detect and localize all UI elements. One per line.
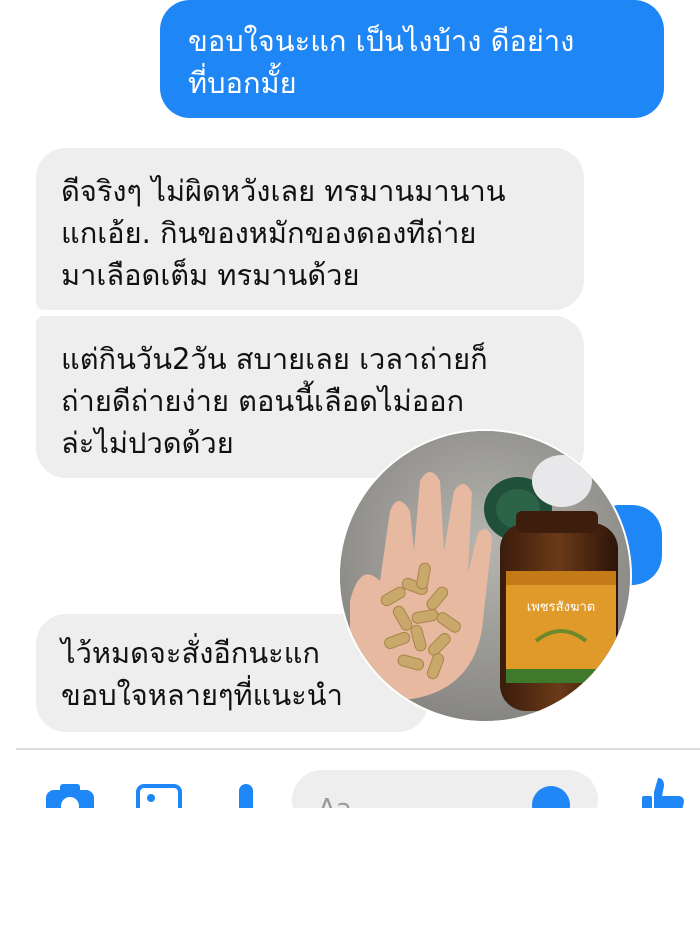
image-icon[interactable]: [136, 782, 182, 808]
message-input-placeholder: Aa: [318, 794, 352, 808]
message-line: แต่กินวัน2วัน สบายเลย เวลาถ่ายก็: [61, 342, 488, 376]
mic-icon[interactable]: [232, 782, 260, 808]
seal-foil: [532, 455, 592, 507]
message-line: ที่บอกมั้ย: [188, 66, 297, 100]
composer-divider: [16, 748, 700, 750]
message-line: ถ่ายดีถ่ายง่าย ตอนนี้เลือดไม่ออก: [61, 384, 465, 418]
message-line: แกเอ้ย. กินของหมักของดองทีถ่าย: [61, 216, 477, 250]
product-photo: เพชรสังฆาต: [340, 431, 630, 721]
message-incoming[interactable]: ดีจริงๆ ไม่ผิดหวังเลย ทรมานมานาน แกเอ้ย.…: [36, 148, 584, 310]
message-composer: Aa: [0, 752, 700, 808]
message-line: ขอบใจหลายๆที่แนะนำ: [61, 678, 343, 712]
camera-icon[interactable]: [44, 782, 96, 808]
message-line: มาเลือดเต็ม ทรมานด้วย: [61, 258, 360, 292]
bottle-label: [506, 571, 616, 683]
message-line: ดีจริงๆ ไม่ผิดหวังเลย ทรมานมานาน: [61, 174, 506, 208]
message-input[interactable]: Aa: [292, 770, 598, 808]
message-outgoing[interactable]: ขอบใจนะแก เป็นไงบ้าง ดีอย่าง ที่บอกมั้ย: [160, 0, 664, 118]
bottle-label-text: เพชรสังฆาต: [527, 600, 596, 615]
emoji-icon[interactable]: [532, 786, 570, 808]
chat-thread: ขอบใจนะแก เป็นไงบ้าง ดีอย่าง ที่บอกมั้ย …: [0, 0, 700, 808]
message-line: ขอบใจนะแก เป็นไงบ้าง ดีอย่าง: [188, 24, 575, 58]
product-photo-illustration: เพชรสังฆาต: [340, 431, 630, 721]
thumbs-up-icon[interactable]: [640, 778, 684, 808]
